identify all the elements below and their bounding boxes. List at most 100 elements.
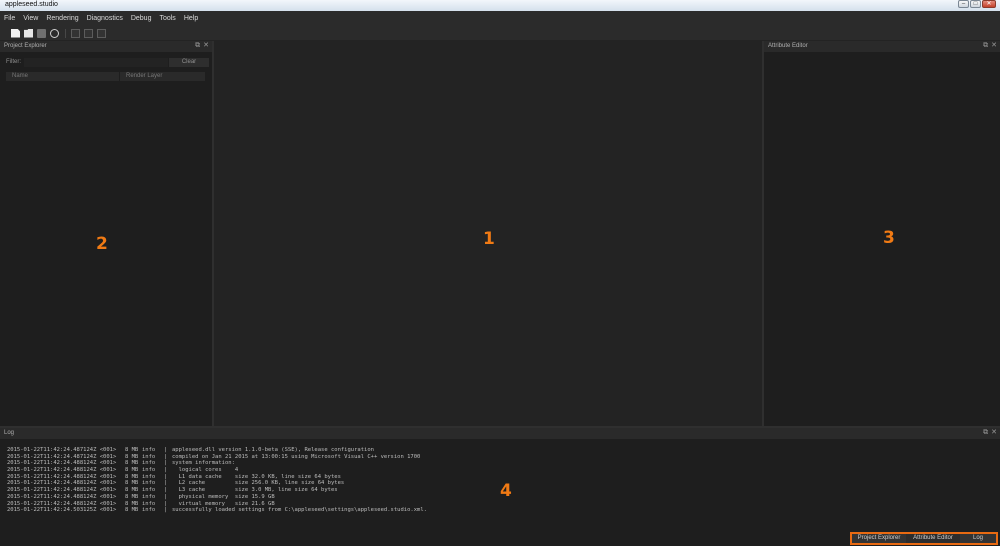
close-icon: ✕ [986, 1, 992, 7]
log-memory: 8 MB [125, 493, 139, 500]
log-output[interactable]: 2015-01-22T11:42:24.487124Z <001> 8 MB inf… [7, 447, 427, 514]
log-separator: | [164, 487, 168, 494]
log-separator: | [164, 480, 168, 487]
log-separator: | [164, 447, 168, 453]
log-level: info [142, 460, 156, 467]
log-timestamp: 2015-01-22T11:42:24.487124Z <001> [7, 447, 117, 453]
dock-tab-bar: Project Explorer Attribute Editor Log [850, 532, 998, 545]
log-memory: 8 MB [125, 480, 139, 487]
log-timestamp: 2015-01-22T11:42:24.488124Z <001> [7, 460, 117, 467]
log-line: 2015-01-22T11:42:24.487124Z <001> 8 MB inf… [7, 454, 427, 461]
menu-rendering[interactable]: Rendering [46, 15, 78, 22]
window-controls: – □ ✕ [957, 0, 996, 8]
log-line: 2015-01-22T11:42:24.487124Z <001> 8 MB inf… [7, 447, 427, 454]
log-memory: 8 MB [125, 487, 139, 494]
log-separator: | [164, 467, 168, 474]
new-project-icon[interactable] [11, 28, 20, 38]
log-timestamp: 2015-01-22T11:42:24.488124Z <001> [7, 487, 117, 494]
filter-input[interactable] [24, 58, 168, 67]
column-render-layer[interactable]: Render Layer [120, 72, 162, 81]
annotation-attribute-editor: 3 [883, 228, 895, 248]
menu-file[interactable]: File [4, 15, 15, 22]
log-message: compiled on Jan 21 2015 at 13:00:15 usin… [172, 453, 421, 460]
menu-help[interactable]: Help [184, 15, 198, 22]
log-message: system information: [172, 460, 235, 467]
log-level: info [142, 487, 156, 494]
log-memory: 8 MB [125, 473, 139, 480]
log-level: info [142, 480, 156, 487]
render-settings-icon[interactable] [50, 28, 59, 38]
close-icon[interactable]: ✕ [203, 42, 209, 50]
float-icon[interactable]: ⧉ [983, 42, 988, 50]
float-icon[interactable]: ⧉ [983, 429, 988, 437]
log-message: physical memory size 15.9 GB [172, 493, 275, 500]
open-project-icon[interactable] [24, 28, 33, 38]
attribute-editor-panel: Attribute Editor ⧉ ✕ [764, 41, 1000, 426]
panel-controls: ⧉ ✕ [980, 429, 997, 437]
log-separator: | [164, 500, 168, 507]
log-line: 2015-01-22T11:42:24.488124Z <001> 8 MB inf… [7, 480, 427, 487]
toolbar-separator [65, 28, 66, 38]
filter-row: Filter: Clear [4, 58, 209, 67]
log-level: info [142, 467, 156, 474]
main-toolbar [0, 26, 1000, 40]
log-message: virtual memory size 21.6 GB [172, 500, 275, 507]
filter-label: Filter: [6, 59, 21, 65]
log-line: 2015-01-22T11:42:24.503125Z <001> 8 MB inf… [7, 507, 427, 514]
log-line: 2015-01-22T11:42:24.488124Z <001> 8 MB inf… [7, 501, 427, 508]
maximize-button[interactable]: □ [970, 0, 981, 8]
stop-render-icon[interactable] [84, 28, 93, 38]
menu-tools[interactable]: Tools [159, 15, 175, 22]
close-icon[interactable]: ✕ [991, 429, 997, 437]
annotation-viewport: 1 [483, 229, 495, 249]
tab-project-explorer[interactable]: Project Explorer [852, 534, 906, 543]
log-level: info [142, 473, 156, 480]
log-memory: 8 MB [125, 453, 139, 460]
title-bar: appleseed.studio – □ ✕ [0, 0, 1000, 11]
window-title: appleseed.studio [5, 1, 58, 8]
log-memory: 8 MB [125, 507, 139, 514]
log-timestamp: 2015-01-22T11:42:24.503125Z <001> [7, 507, 117, 514]
log-line: 2015-01-22T11:42:24.488124Z <001> 8 MB inf… [7, 460, 427, 467]
panel-controls: ⧉ ✕ [980, 42, 997, 50]
clear-frame-icon[interactable] [97, 28, 106, 38]
log-separator: | [164, 460, 168, 467]
attribute-editor-title: Attribute Editor [768, 43, 808, 49]
log-separator: | [164, 453, 168, 460]
log-memory: 8 MB [125, 460, 139, 467]
log-timestamp: 2015-01-22T11:42:24.487124Z <001> [7, 453, 117, 460]
close-button[interactable]: ✕ [982, 0, 996, 8]
column-name[interactable]: Name [6, 72, 120, 81]
menu-view[interactable]: View [23, 15, 38, 22]
tab-attribute-editor[interactable]: Attribute Editor [906, 534, 960, 543]
menu-diagnostics[interactable]: Diagnostics [87, 15, 123, 22]
minimize-button[interactable]: – [958, 0, 969, 8]
tab-log[interactable]: Log [960, 534, 996, 543]
log-separator: | [164, 493, 168, 500]
log-timestamp: 2015-01-22T11:42:24.488124Z <001> [7, 467, 117, 474]
log-message: logical cores 4 [172, 467, 239, 474]
log-message: L2 cache size 256.0 KB, line size 64 byt… [172, 480, 345, 487]
annotation-log: 4 [500, 481, 512, 501]
log-level: info [142, 453, 156, 460]
clear-button[interactable]: Clear [169, 58, 209, 67]
log-memory: 8 MB [125, 467, 139, 474]
annotation-project-explorer: 2 [96, 234, 108, 254]
panel-controls: ⧉ ✕ [192, 42, 209, 50]
log-level: info [142, 500, 156, 507]
log-message: appleseed.dll version 1.1.0-beta (SSE), … [172, 447, 374, 453]
log-timestamp: 2015-01-22T11:42:24.488124Z <001> [7, 493, 117, 500]
log-memory: 8 MB [125, 500, 139, 507]
log-line: 2015-01-22T11:42:24.488124Z <001> 8 MB inf… [7, 487, 427, 494]
float-icon[interactable]: ⧉ [195, 42, 200, 50]
start-render-icon[interactable] [71, 28, 80, 38]
log-message: L3 cache size 3.0 MB, line size 64 bytes [172, 487, 338, 494]
log-message: successfully loaded settings from C:\app… [172, 507, 427, 514]
log-separator: | [164, 473, 168, 480]
log-level: info [142, 493, 156, 500]
save-project-icon[interactable] [37, 28, 46, 38]
close-icon[interactable]: ✕ [991, 42, 997, 50]
log-timestamp: 2015-01-22T11:42:24.488124Z <001> [7, 473, 117, 480]
menu-debug[interactable]: Debug [131, 15, 152, 22]
log-level: info [142, 507, 156, 514]
